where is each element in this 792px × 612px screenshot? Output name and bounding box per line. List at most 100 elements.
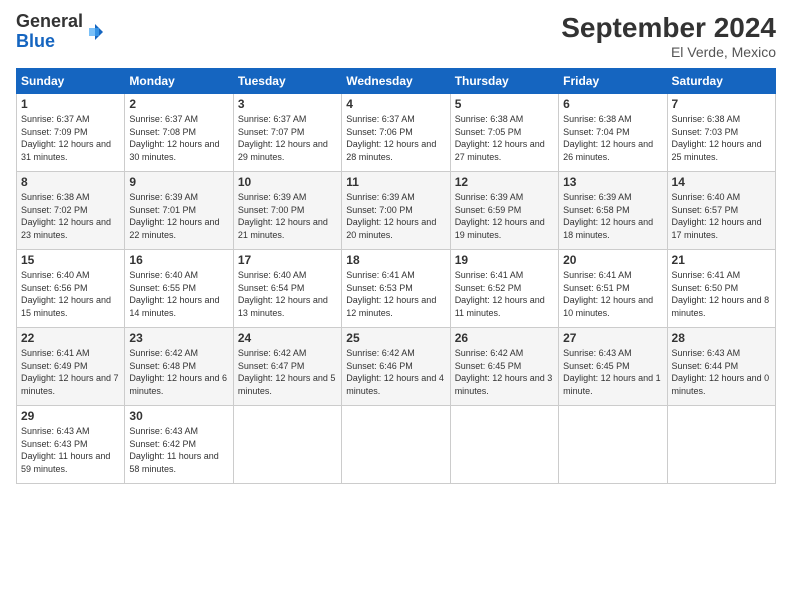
day-detail: Sunrise: 6:42 AMSunset: 6:48 PMDaylight:… — [129, 347, 228, 397]
table-row: 18Sunrise: 6:41 AMSunset: 6:53 PMDayligh… — [342, 250, 450, 328]
calendar-week-row: 29 Sunrise: 6:43 AMSunset: 6:43 PMDayligh… — [17, 406, 776, 484]
day-number: 26 — [455, 331, 554, 345]
logo-icon — [85, 22, 105, 42]
calendar-week-row: 8 Sunrise: 6:38 AMSunset: 7:02 PMDaylight… — [17, 172, 776, 250]
table-row: 2Sunrise: 6:37 AMSunset: 7:08 PMDaylight… — [125, 94, 233, 172]
day-number: 2 — [129, 97, 228, 111]
day-detail: Sunrise: 6:40 AMSunset: 6:54 PMDaylight:… — [238, 269, 337, 319]
day-detail: Sunrise: 6:40 AMSunset: 6:56 PMDaylight:… — [21, 269, 120, 319]
weekday-header-row: Sunday Monday Tuesday Wednesday Thursday… — [17, 69, 776, 94]
header-sunday: Sunday — [17, 69, 125, 94]
table-row: 27 Sunrise: 6:43 AMSunset: 6:45 PMDayligh… — [559, 328, 667, 406]
calendar-table: Sunday Monday Tuesday Wednesday Thursday… — [16, 68, 776, 484]
table-row: 20Sunrise: 6:41 AMSunset: 6:51 PMDayligh… — [559, 250, 667, 328]
header-wednesday: Wednesday — [342, 69, 450, 94]
table-row: 26 Sunrise: 6:42 AMSunset: 6:45 PMDayligh… — [450, 328, 558, 406]
day-detail: Sunrise: 6:38 AMSunset: 7:04 PMDaylight:… — [563, 113, 662, 163]
day-number: 22 — [21, 331, 120, 345]
table-row: 11 Sunrise: 6:39 AMSunset: 7:00 PMDayligh… — [342, 172, 450, 250]
table-row: 3Sunrise: 6:37 AMSunset: 7:07 PMDaylight… — [233, 94, 341, 172]
day-number: 8 — [21, 175, 120, 189]
day-number: 21 — [672, 253, 771, 267]
table-row: 25 Sunrise: 6:42 AMSunset: 6:46 PMDayligh… — [342, 328, 450, 406]
day-detail: Sunrise: 6:39 AMSunset: 7:00 PMDaylight:… — [238, 191, 337, 241]
logo-text: General Blue — [16, 12, 83, 52]
table-row: 15 Sunrise: 6:40 AMSunset: 6:56 PMDayligh… — [17, 250, 125, 328]
table-row — [667, 406, 775, 484]
day-number: 12 — [455, 175, 554, 189]
day-detail: Sunrise: 6:38 AMSunset: 7:02 PMDaylight:… — [21, 191, 120, 241]
table-row: 28Sunrise: 6:43 AMSunset: 6:44 PMDayligh… — [667, 328, 775, 406]
table-row — [450, 406, 558, 484]
day-detail: Sunrise: 6:43 AMSunset: 6:42 PMDaylight:… — [129, 425, 228, 475]
day-detail: Sunrise: 6:41 AMSunset: 6:50 PMDaylight:… — [672, 269, 771, 319]
day-number: 10 — [238, 175, 337, 189]
table-row: 30 Sunrise: 6:43 AMSunset: 6:42 PMDayligh… — [125, 406, 233, 484]
day-number: 11 — [346, 175, 445, 189]
day-detail: Sunrise: 6:40 AMSunset: 6:57 PMDaylight:… — [672, 191, 771, 241]
day-number: 19 — [455, 253, 554, 267]
day-number: 5 — [455, 97, 554, 111]
day-number: 6 — [563, 97, 662, 111]
header-saturday: Saturday — [667, 69, 775, 94]
day-number: 23 — [129, 331, 228, 345]
day-number: 30 — [129, 409, 228, 423]
calendar-week-row: 15 Sunrise: 6:40 AMSunset: 6:56 PMDayligh… — [17, 250, 776, 328]
day-detail: Sunrise: 6:43 AMSunset: 6:43 PMDaylight:… — [21, 425, 120, 475]
day-detail: Sunrise: 6:41 AMSunset: 6:49 PMDaylight:… — [21, 347, 120, 397]
day-number: 18 — [346, 253, 445, 267]
header-friday: Friday — [559, 69, 667, 94]
day-detail: Sunrise: 6:37 AMSunset: 7:09 PMDaylight:… — [21, 113, 120, 163]
day-detail: Sunrise: 6:37 AMSunset: 7:06 PMDaylight:… — [346, 113, 445, 163]
table-row: 12 Sunrise: 6:39 AMSunset: 6:59 PMDayligh… — [450, 172, 558, 250]
day-detail: Sunrise: 6:39 AMSunset: 6:59 PMDaylight:… — [455, 191, 554, 241]
day-detail: Sunrise: 6:37 AMSunset: 7:07 PMDaylight:… — [238, 113, 337, 163]
day-number: 4 — [346, 97, 445, 111]
day-detail: Sunrise: 6:39 AMSunset: 7:00 PMDaylight:… — [346, 191, 445, 241]
table-row: 19 Sunrise: 6:41 AMSunset: 6:52 PMDayligh… — [450, 250, 558, 328]
logo-general: General — [16, 11, 83, 31]
day-number: 14 — [672, 175, 771, 189]
table-row: 21 Sunrise: 6:41 AMSunset: 6:50 PMDayligh… — [667, 250, 775, 328]
day-detail: Sunrise: 6:42 AMSunset: 6:45 PMDaylight:… — [455, 347, 554, 397]
day-number: 16 — [129, 253, 228, 267]
day-number: 17 — [238, 253, 337, 267]
logo: General Blue — [16, 12, 105, 52]
day-detail: Sunrise: 6:43 AMSunset: 6:44 PMDaylight:… — [672, 347, 771, 397]
location: El Verde, Mexico — [561, 44, 776, 60]
day-detail: Sunrise: 6:39 AMSunset: 7:01 PMDaylight:… — [129, 191, 228, 241]
day-number: 9 — [129, 175, 228, 189]
table-row: 1Sunrise: 6:37 AMSunset: 7:09 PMDaylight… — [17, 94, 125, 172]
day-number: 7 — [672, 97, 771, 111]
day-detail: Sunrise: 6:41 AMSunset: 6:52 PMDaylight:… — [455, 269, 554, 319]
table-row: 5 Sunrise: 6:38 AMSunset: 7:05 PMDaylight… — [450, 94, 558, 172]
day-detail: Sunrise: 6:39 AMSunset: 6:58 PMDaylight:… — [563, 191, 662, 241]
table-row: 8 Sunrise: 6:38 AMSunset: 7:02 PMDaylight… — [17, 172, 125, 250]
day-number: 27 — [563, 331, 662, 345]
table-row: 23 Sunrise: 6:42 AMSunset: 6:48 PMDayligh… — [125, 328, 233, 406]
table-row: 14 Sunrise: 6:40 AMSunset: 6:57 PMDayligh… — [667, 172, 775, 250]
day-number: 25 — [346, 331, 445, 345]
header-tuesday: Tuesday — [233, 69, 341, 94]
day-number: 13 — [563, 175, 662, 189]
day-number: 15 — [21, 253, 120, 267]
table-row — [342, 406, 450, 484]
table-row: 7Sunrise: 6:38 AMSunset: 7:03 PMDaylight… — [667, 94, 775, 172]
day-detail: Sunrise: 6:38 AMSunset: 7:05 PMDaylight:… — [455, 113, 554, 163]
logo-blue: Blue — [16, 31, 55, 51]
table-row: 22 Sunrise: 6:41 AMSunset: 6:49 PMDayligh… — [17, 328, 125, 406]
day-number: 24 — [238, 331, 337, 345]
table-row: 24 Sunrise: 6:42 AMSunset: 6:47 PMDayligh… — [233, 328, 341, 406]
day-detail: Sunrise: 6:42 AMSunset: 6:47 PMDaylight:… — [238, 347, 337, 397]
table-row — [559, 406, 667, 484]
day-detail: Sunrise: 6:43 AMSunset: 6:45 PMDaylight:… — [563, 347, 662, 397]
table-row: 16 Sunrise: 6:40 AMSunset: 6:55 PMDayligh… — [125, 250, 233, 328]
day-detail: Sunrise: 6:42 AMSunset: 6:46 PMDaylight:… — [346, 347, 445, 397]
day-detail: Sunrise: 6:40 AMSunset: 6:55 PMDaylight:… — [129, 269, 228, 319]
month-title: September 2024 — [561, 12, 776, 44]
calendar-page: General Blue September 2024 El Verde, Me… — [0, 0, 792, 612]
table-row — [233, 406, 341, 484]
day-number: 29 — [21, 409, 120, 423]
header: General Blue September 2024 El Verde, Me… — [16, 12, 776, 60]
table-row: 29 Sunrise: 6:43 AMSunset: 6:43 PMDayligh… — [17, 406, 125, 484]
